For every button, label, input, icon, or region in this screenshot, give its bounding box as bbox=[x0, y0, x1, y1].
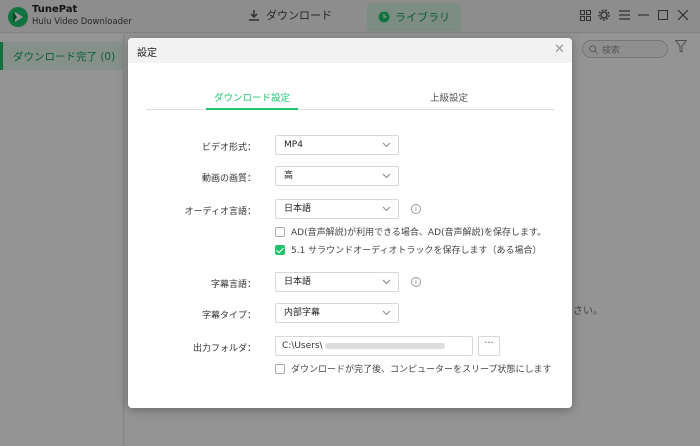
tab-download-settings[interactable]: ダウンロード設定 bbox=[206, 90, 298, 110]
surround-option-label: 5.1 サラウンドオーディオトラックを保存します（ある場合） bbox=[291, 246, 542, 256]
audio-language-label: オーディオ言語： bbox=[184, 207, 256, 217]
subtitle-type-select[interactable]: 内部字幕 bbox=[275, 303, 399, 323]
chevron-down-icon bbox=[382, 304, 391, 329]
video-format-select[interactable]: MP4 bbox=[275, 135, 399, 155]
audio-language-value: 日本語 bbox=[284, 204, 312, 214]
sleep-option-label: ダウンロードが完了後、コンピューターをスリープ状態にします bbox=[291, 365, 552, 375]
video-quality-value: 高 bbox=[284, 171, 294, 181]
info-icon[interactable]: i bbox=[411, 204, 421, 214]
subtitle-type-label: 字幕タイプ： bbox=[201, 311, 256, 321]
tab-advanced-settings[interactable]: 上級設定 bbox=[412, 90, 486, 110]
video-format-label: ビデオ形式： bbox=[201, 143, 256, 153]
output-folder-input[interactable]: C:\Users\ bbox=[275, 336, 473, 356]
subtitle-language-label: 字幕言語： bbox=[210, 280, 256, 290]
chevron-down-icon bbox=[382, 136, 391, 161]
output-folder-label: 出力フォルダ： bbox=[192, 344, 256, 354]
surround-option-checkbox[interactable] bbox=[275, 244, 285, 255]
blurred-path bbox=[324, 342, 445, 349]
video-quality-select[interactable]: 高 bbox=[275, 166, 399, 186]
audio-language-select[interactable]: 日本語 bbox=[275, 199, 399, 219]
chevron-down-icon bbox=[382, 273, 391, 298]
dialog-title: 設定 bbox=[137, 48, 157, 59]
chevron-down-icon bbox=[382, 200, 391, 225]
output-folder-value: C:\Users\ bbox=[282, 341, 323, 351]
close-icon[interactable]: ✕ bbox=[554, 43, 565, 56]
ad-option-row[interactable]: AD(音声解説)が利用できる場合、AD(音声解説)を保存します。 bbox=[275, 225, 546, 238]
sleep-option-checkbox[interactable] bbox=[275, 363, 285, 374]
dialog-header: 設定 ✕ bbox=[128, 38, 572, 63]
surround-option-row[interactable]: 5.1 サラウンドオーディオトラックを保存します（ある場合） bbox=[275, 243, 542, 256]
subtitle-language-value: 日本語 bbox=[284, 277, 312, 287]
video-format-value: MP4 bbox=[284, 140, 303, 150]
chevron-down-icon bbox=[382, 167, 391, 192]
info-icon[interactable]: i bbox=[411, 277, 421, 287]
browse-folder-button[interactable]: ··· bbox=[478, 336, 500, 356]
settings-dialog: 設定 ✕ ダウンロード設定 上級設定 ビデオ形式： MP4 動画の画質： 高 オ… bbox=[128, 38, 572, 408]
ad-option-checkbox[interactable] bbox=[275, 226, 285, 237]
settings-tabs: ダウンロード設定 上級設定 bbox=[146, 90, 554, 110]
subtitle-language-select[interactable]: 日本語 bbox=[275, 272, 399, 292]
subtitle-type-value: 内部字幕 bbox=[284, 308, 321, 318]
video-quality-label: 動画の画質： bbox=[201, 174, 256, 184]
sleep-option-row[interactable]: ダウンロードが完了後、コンピューターをスリープ状態にします bbox=[275, 362, 551, 375]
ad-option-label: AD(音声解説)が利用できる場合、AD(音声解説)を保存します。 bbox=[291, 228, 547, 238]
